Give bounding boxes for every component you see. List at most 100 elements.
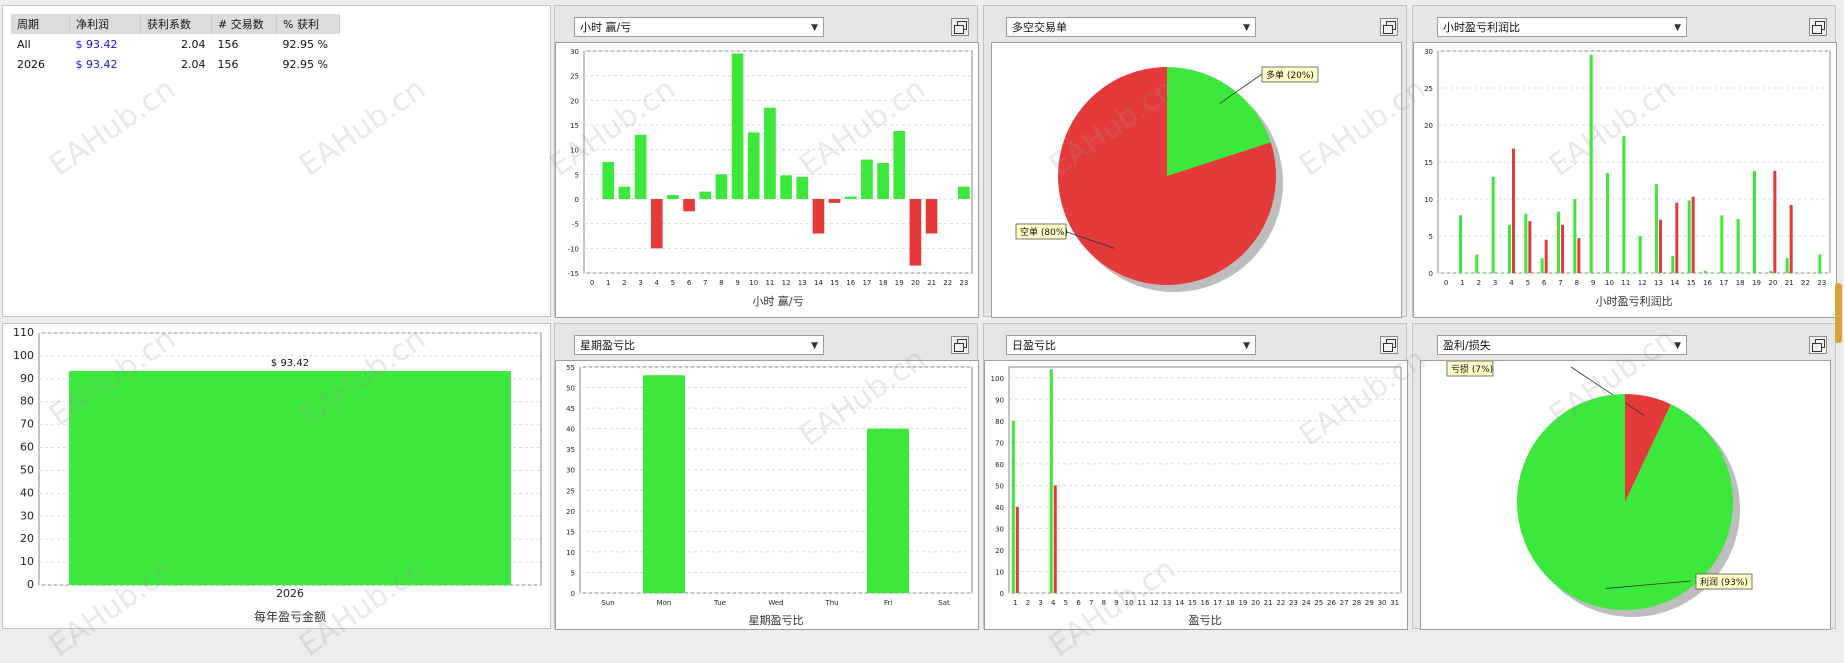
x-tick-label: 17 [1213,599,1222,607]
table-header-cell[interactable]: 获利系数 [140,14,212,34]
table-row[interactable]: All $ 93.42 2.04 156 92.95 % [11,34,340,54]
x-tick-label: 11 [765,279,774,287]
bar [1773,170,1777,273]
bar [812,199,825,234]
y-tick-label: 30 [20,509,34,522]
maximize-icon[interactable] [1809,336,1827,354]
bar [1606,173,1609,273]
table-header-cell[interactable]: 周期 [11,14,70,34]
y-tick-label: 5 [571,569,575,577]
y-tick-label: 40 [995,504,1004,512]
y-tick-label: 110 [13,326,34,339]
x-tick-label: 1 [606,279,610,287]
hourly-ratio-chart-select[interactable]: 小时盈亏利润比 ▼ [1437,17,1687,37]
x-tick-label: 11 [1621,279,1630,287]
x-tick-label: 3 [1493,279,1497,287]
yearly-chart-panel: 0 10 20 30 40 50 60 70 80 90 100 110 2026 $ 93.42 每年盈亏… [2,323,551,629]
x-tick-label: 8 [1102,599,1106,607]
table-row[interactable]: 2026 $ 93.42 2.04 156 92.95 % [11,54,340,74]
plot-frame [1008,366,1402,594]
weekday-chart-select[interactable]: 星期盈亏比 ▼ [574,335,824,355]
x-axis-label: 小时 赢/亏 [752,294,803,308]
chevron-down-icon: ▼ [1674,23,1681,33]
x-tick-label: 12 [1150,599,1159,607]
hourly-chart-select[interactable]: 小时 赢/亏 ▼ [574,17,824,37]
stats-table-panel: 周期 净利润 获利系数 # 交易数% 获利 All $ 93.42 2.04 156 92.9… [2,5,551,317]
bar [1622,136,1626,273]
x-tick-label: 9 [1591,279,1595,287]
bar [1011,420,1015,593]
bar [1704,270,1707,273]
bar [861,159,873,199]
x-tick-label: 0 [590,279,594,287]
profitloss-chart-panel: 盈利/损失 ▼ 亏损 (7%) 利润 (93%) [1412,323,1836,630]
x-tick-label: 14 [1670,279,1679,287]
maximize-icon[interactable] [1809,18,1827,36]
x-tick-label: 2 [622,279,626,287]
x-tick-label: 20 [1251,599,1260,607]
x-tick-label: 6 [1076,599,1081,607]
maximize-icon[interactable] [1380,18,1398,36]
table-cell: $ 93.42 [75,57,118,71]
x-tick-label: 7 [1558,279,1562,287]
bar [69,370,511,585]
x-tick-label: 10 [749,279,758,287]
x-tick-label: 7 [1089,599,1093,607]
profitloss-chart-select[interactable]: 盈利/损失 ▼ [1437,335,1687,355]
chevron-down-icon: ▼ [811,23,818,33]
y-tick-label: 25 [566,487,575,495]
daily-chart-area: 0 10 20 30 40 50 60 70 80 90 100 1 2 3 4 5 6 7 8 9 10 11 12 13 1… [984,360,1408,630]
daily-chart-select[interactable]: 日盈亏比 ▼ [1006,335,1256,355]
bar [683,199,695,212]
bar [1659,219,1662,273]
maximize-icon[interactable] [951,336,969,354]
x-tick-label: 23 [959,279,968,287]
table-header-cell[interactable]: % 获利 [276,14,340,34]
data-label: $ 93.42 [271,358,309,369]
scrollbar-handle[interactable] [1835,283,1842,343]
y-tick-label: 70 [995,439,1004,447]
longshort-chart-select[interactable]: 多空交易单 ▼ [1006,17,1256,37]
y-tick-label: 10 [1424,196,1433,204]
weekday-chart-area: 0 5 10 15 20 25 30 35 40 45 50 55 Sun Mon Tue Wed Thu Fri… [555,360,979,630]
table-cell: $ 93.42 [75,37,118,51]
table-header-cell[interactable]: 净利润 [69,14,141,34]
bar [1475,254,1479,273]
table-header-cell[interactable]: # 交易数 [211,14,277,34]
x-tick-label: 11 [1137,599,1146,607]
longshort-chart: 多单 (20%) 空单 (80%) [1015,66,1319,292]
hourly-ratio-chart-area: 0 5 10 15 20 25 30 0 1 2 3 4 5 6 7 8 9 10 11 12 13 14 15 16 17 18… [1413,42,1837,318]
x-axis-label: 小时盈亏利润比 [1596,294,1673,308]
y-tick-label: 0 [1429,270,1433,278]
weekday-chart: 0 5 10 15 20 25 30 35 40 45 50 55 Sun Mon Tue Wed Thu Fri… [566,364,973,627]
bar [1573,199,1577,273]
maximize-icon[interactable] [951,18,969,36]
bar [1491,176,1495,273]
x-tick-label: 9 [1114,599,1118,607]
bar [1512,148,1515,273]
x-tick-label: 19 [1752,279,1761,287]
x-axis-label: 每年盈亏金额 [254,609,326,624]
maximize-icon[interactable] [1380,336,1398,354]
bar [1524,213,1528,273]
y-tick-label: 30 [995,525,1004,533]
table-cell: 156 [217,37,239,51]
bar [1589,54,1593,274]
x-tick-label: 21 [1264,599,1273,607]
profitloss-chart-select-value: 盈利/损失 [1443,339,1491,352]
bar [796,176,809,199]
y-tick-label: 30 [1424,48,1433,56]
bar [602,162,615,199]
bar [1736,218,1740,273]
bar [650,199,663,249]
bar [893,130,906,199]
bar [699,191,712,199]
table-cell: 2.04 [181,57,206,71]
x-tick-label: 6 [687,279,692,287]
bar [828,199,841,203]
x-tick-label: 3 [638,279,642,287]
bar [1577,238,1581,273]
x-tick-label: 8 [1575,279,1579,287]
pie-label: 利润 (93%) [1700,576,1748,588]
longshort-chart-select-value: 多空交易单 [1012,21,1067,34]
